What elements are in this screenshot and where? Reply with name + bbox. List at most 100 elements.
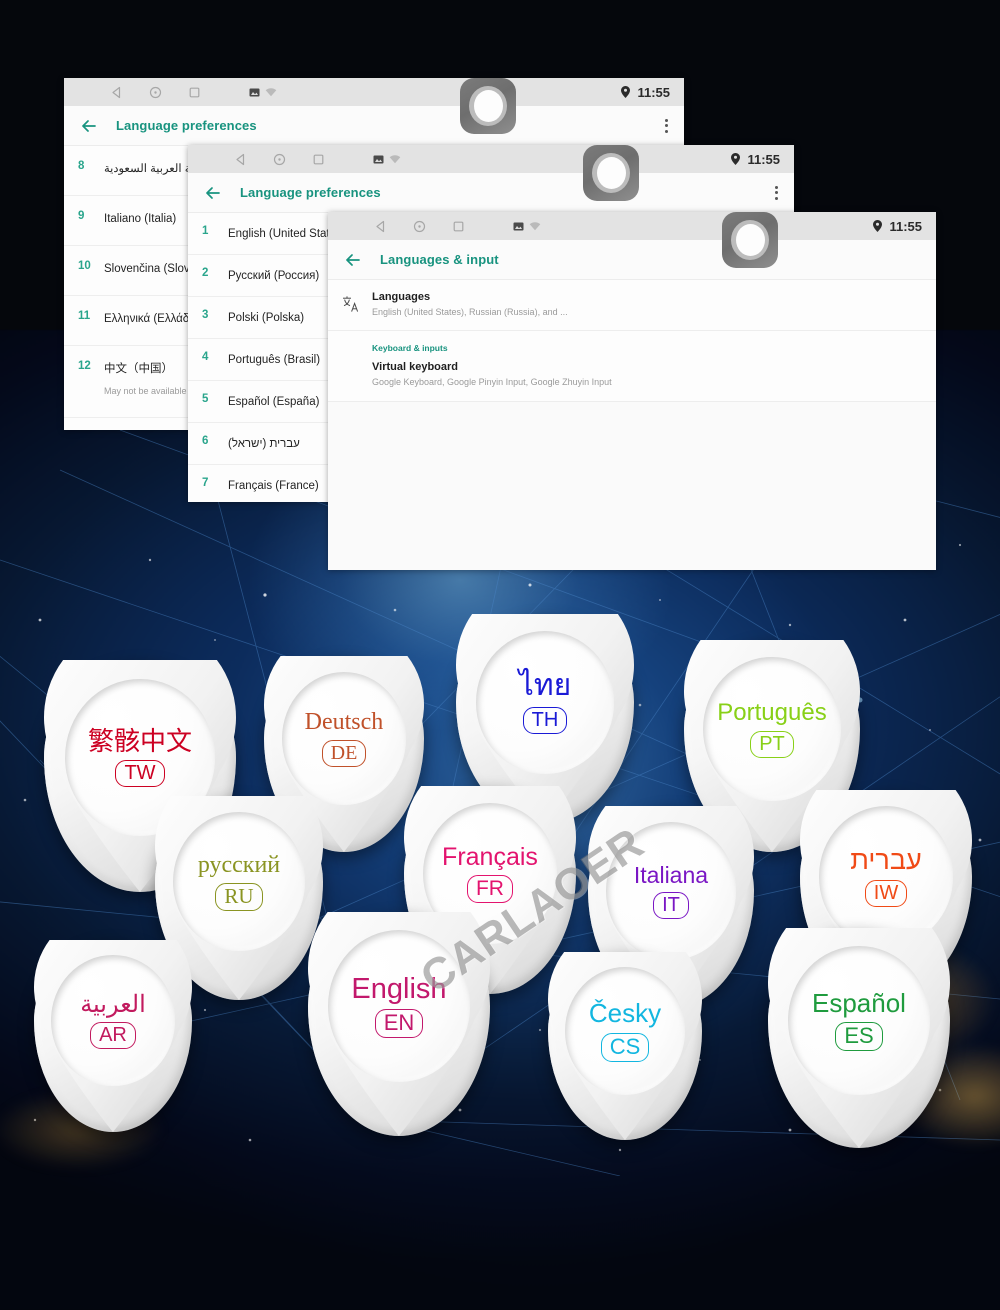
list-item-label: 中文（中国）: [104, 363, 173, 375]
pin-language-code: RU: [215, 882, 263, 911]
status-bar: 11:55: [328, 212, 936, 240]
page-title: Languages & input: [380, 252, 499, 267]
list-item-label: Français (France): [228, 480, 319, 492]
panel-languages-and-input: 11:55 Languages & input Languages Englis…: [328, 212, 936, 570]
pin-face: English EN: [328, 929, 470, 1083]
language-pin-ar[interactable]: العربية AR: [34, 940, 192, 1132]
pin-face: русский RU: [173, 812, 305, 952]
home-circle-icon[interactable]: [273, 153, 286, 166]
pin-language-label: Deutsch: [304, 708, 384, 735]
section-header-keyboard-inputs: Keyboard & inputs: [328, 331, 936, 357]
list-item-number: 6: [202, 435, 209, 447]
translate-icon: [342, 291, 372, 318]
pin-language-code: TW: [115, 760, 165, 788]
app-bar: Languages & input: [328, 240, 936, 280]
status-bar: 11:55: [188, 145, 794, 173]
wifi-icon: [265, 87, 277, 96]
status-bar: 11:55: [64, 78, 684, 106]
pin-language-code: PT: [750, 730, 794, 758]
pin-language-label: русский: [197, 851, 281, 878]
list-item-label: Español (España): [228, 396, 320, 408]
list-item-number: 11: [78, 310, 91, 322]
pin-language-label: Português: [717, 699, 827, 727]
pin-language-code: DE: [321, 739, 367, 767]
page-title: Language preferences: [240, 185, 381, 200]
pin-language-code: IW: [864, 879, 908, 907]
camera-cutout: [460, 78, 516, 134]
back-triangle-icon[interactable]: [374, 220, 387, 233]
language-pin-cs[interactable]: Česky CS: [548, 952, 702, 1140]
location-pin-icon: [731, 153, 741, 165]
pin-face: العربية AR: [51, 955, 175, 1086]
status-bar-right: 11:55: [731, 145, 780, 173]
list-item-label: Português (Brasil): [228, 354, 321, 366]
back-arrow-icon[interactable]: [342, 249, 364, 271]
page-title: Language preferences: [116, 118, 257, 133]
home-circle-icon[interactable]: [413, 220, 426, 233]
pin-language-label: 繁骸中文: [87, 725, 192, 756]
back-triangle-icon[interactable]: [234, 153, 247, 166]
list-item-label: Русский (Россия): [228, 270, 320, 282]
list-item-number: 10: [78, 260, 91, 272]
list-item-number: 3: [202, 309, 209, 321]
camera-cutout: [722, 212, 778, 268]
pin-face: Español ES: [788, 945, 930, 1096]
settings-row-languages[interactable]: Languages English (United States), Russi…: [328, 280, 936, 331]
wifi-icon: [529, 221, 541, 230]
back-arrow-icon[interactable]: [78, 115, 100, 137]
home-circle-icon[interactable]: [149, 86, 162, 99]
pin-language-label: Česky: [588, 998, 662, 1029]
pin-face: Italiana IT: [606, 822, 736, 960]
pin-language-label: Italiana: [633, 861, 709, 888]
recents-square-icon[interactable]: [452, 220, 465, 233]
list-item-number: 1: [202, 225, 209, 237]
recents-square-icon[interactable]: [188, 86, 201, 99]
list-item-number: 7: [202, 477, 209, 489]
language-pin-en[interactable]: English EN: [308, 912, 490, 1136]
location-pin-icon: [621, 86, 631, 98]
pin-language-label: العربية: [80, 991, 146, 1019]
settings-row-subtitle: English (United States), Russian (Russia…: [372, 307, 568, 317]
pin-language-code: CS: [600, 1032, 650, 1062]
screenshot-icon: [373, 155, 384, 163]
pin-language-label: ไทย: [518, 669, 572, 703]
settings-row-subtitle: Google Keyboard, Google Pinyin Input, Go…: [372, 377, 612, 387]
settings-row-title: Languages: [372, 291, 431, 303]
camera-cutout: [583, 145, 639, 201]
list-item-label: Polski (Polska): [228, 312, 305, 324]
pin-language-label: Français: [442, 842, 538, 871]
navigation-icons: [234, 153, 401, 166]
list-item-label: עברית (ישראל): [228, 438, 300, 450]
overflow-menu-icon[interactable]: [665, 118, 668, 133]
back-triangle-icon[interactable]: [110, 86, 123, 99]
status-bar-right: 11:55: [873, 212, 922, 240]
list-item-number: 8: [78, 160, 85, 172]
pin-face: Português PT: [703, 656, 841, 802]
screenshot-icon: [249, 88, 260, 96]
status-bar-time: 11:55: [637, 84, 670, 100]
pin-language-code: ES: [835, 1021, 883, 1052]
recents-square-icon[interactable]: [312, 153, 325, 166]
pin-language-code: AR: [90, 1022, 136, 1050]
pin-language-code: TH: [522, 706, 568, 734]
status-bar-time: 11:55: [889, 218, 922, 234]
pin-language-label: Español: [812, 987, 906, 1018]
list-item-number: 4: [202, 351, 209, 363]
status-bar-right: 11:55: [621, 78, 670, 106]
pin-face: ไทย TH: [475, 630, 615, 774]
list-item-number: 5: [202, 393, 209, 405]
settings-row-virtual-keyboard[interactable]: Virtual keyboard Google Keyboard, Google…: [328, 357, 936, 402]
navigation-icons: [110, 86, 277, 99]
status-bar-time: 11:55: [747, 151, 780, 167]
list-item-label: Ελληνικά (Ελλάδα): [104, 313, 200, 325]
pin-language-label: English: [351, 972, 447, 1005]
wifi-icon: [389, 154, 401, 163]
overflow-menu-icon[interactable]: [775, 185, 778, 200]
back-arrow-icon[interactable]: [202, 182, 224, 204]
pin-face: עברית IW: [818, 806, 954, 947]
language-pin-es[interactable]: Español ES: [768, 928, 950, 1148]
navigation-icons: [374, 220, 541, 233]
location-pin-icon: [873, 220, 883, 232]
app-bar: Language preferences: [188, 173, 794, 213]
screenshot-icon: [513, 222, 524, 230]
